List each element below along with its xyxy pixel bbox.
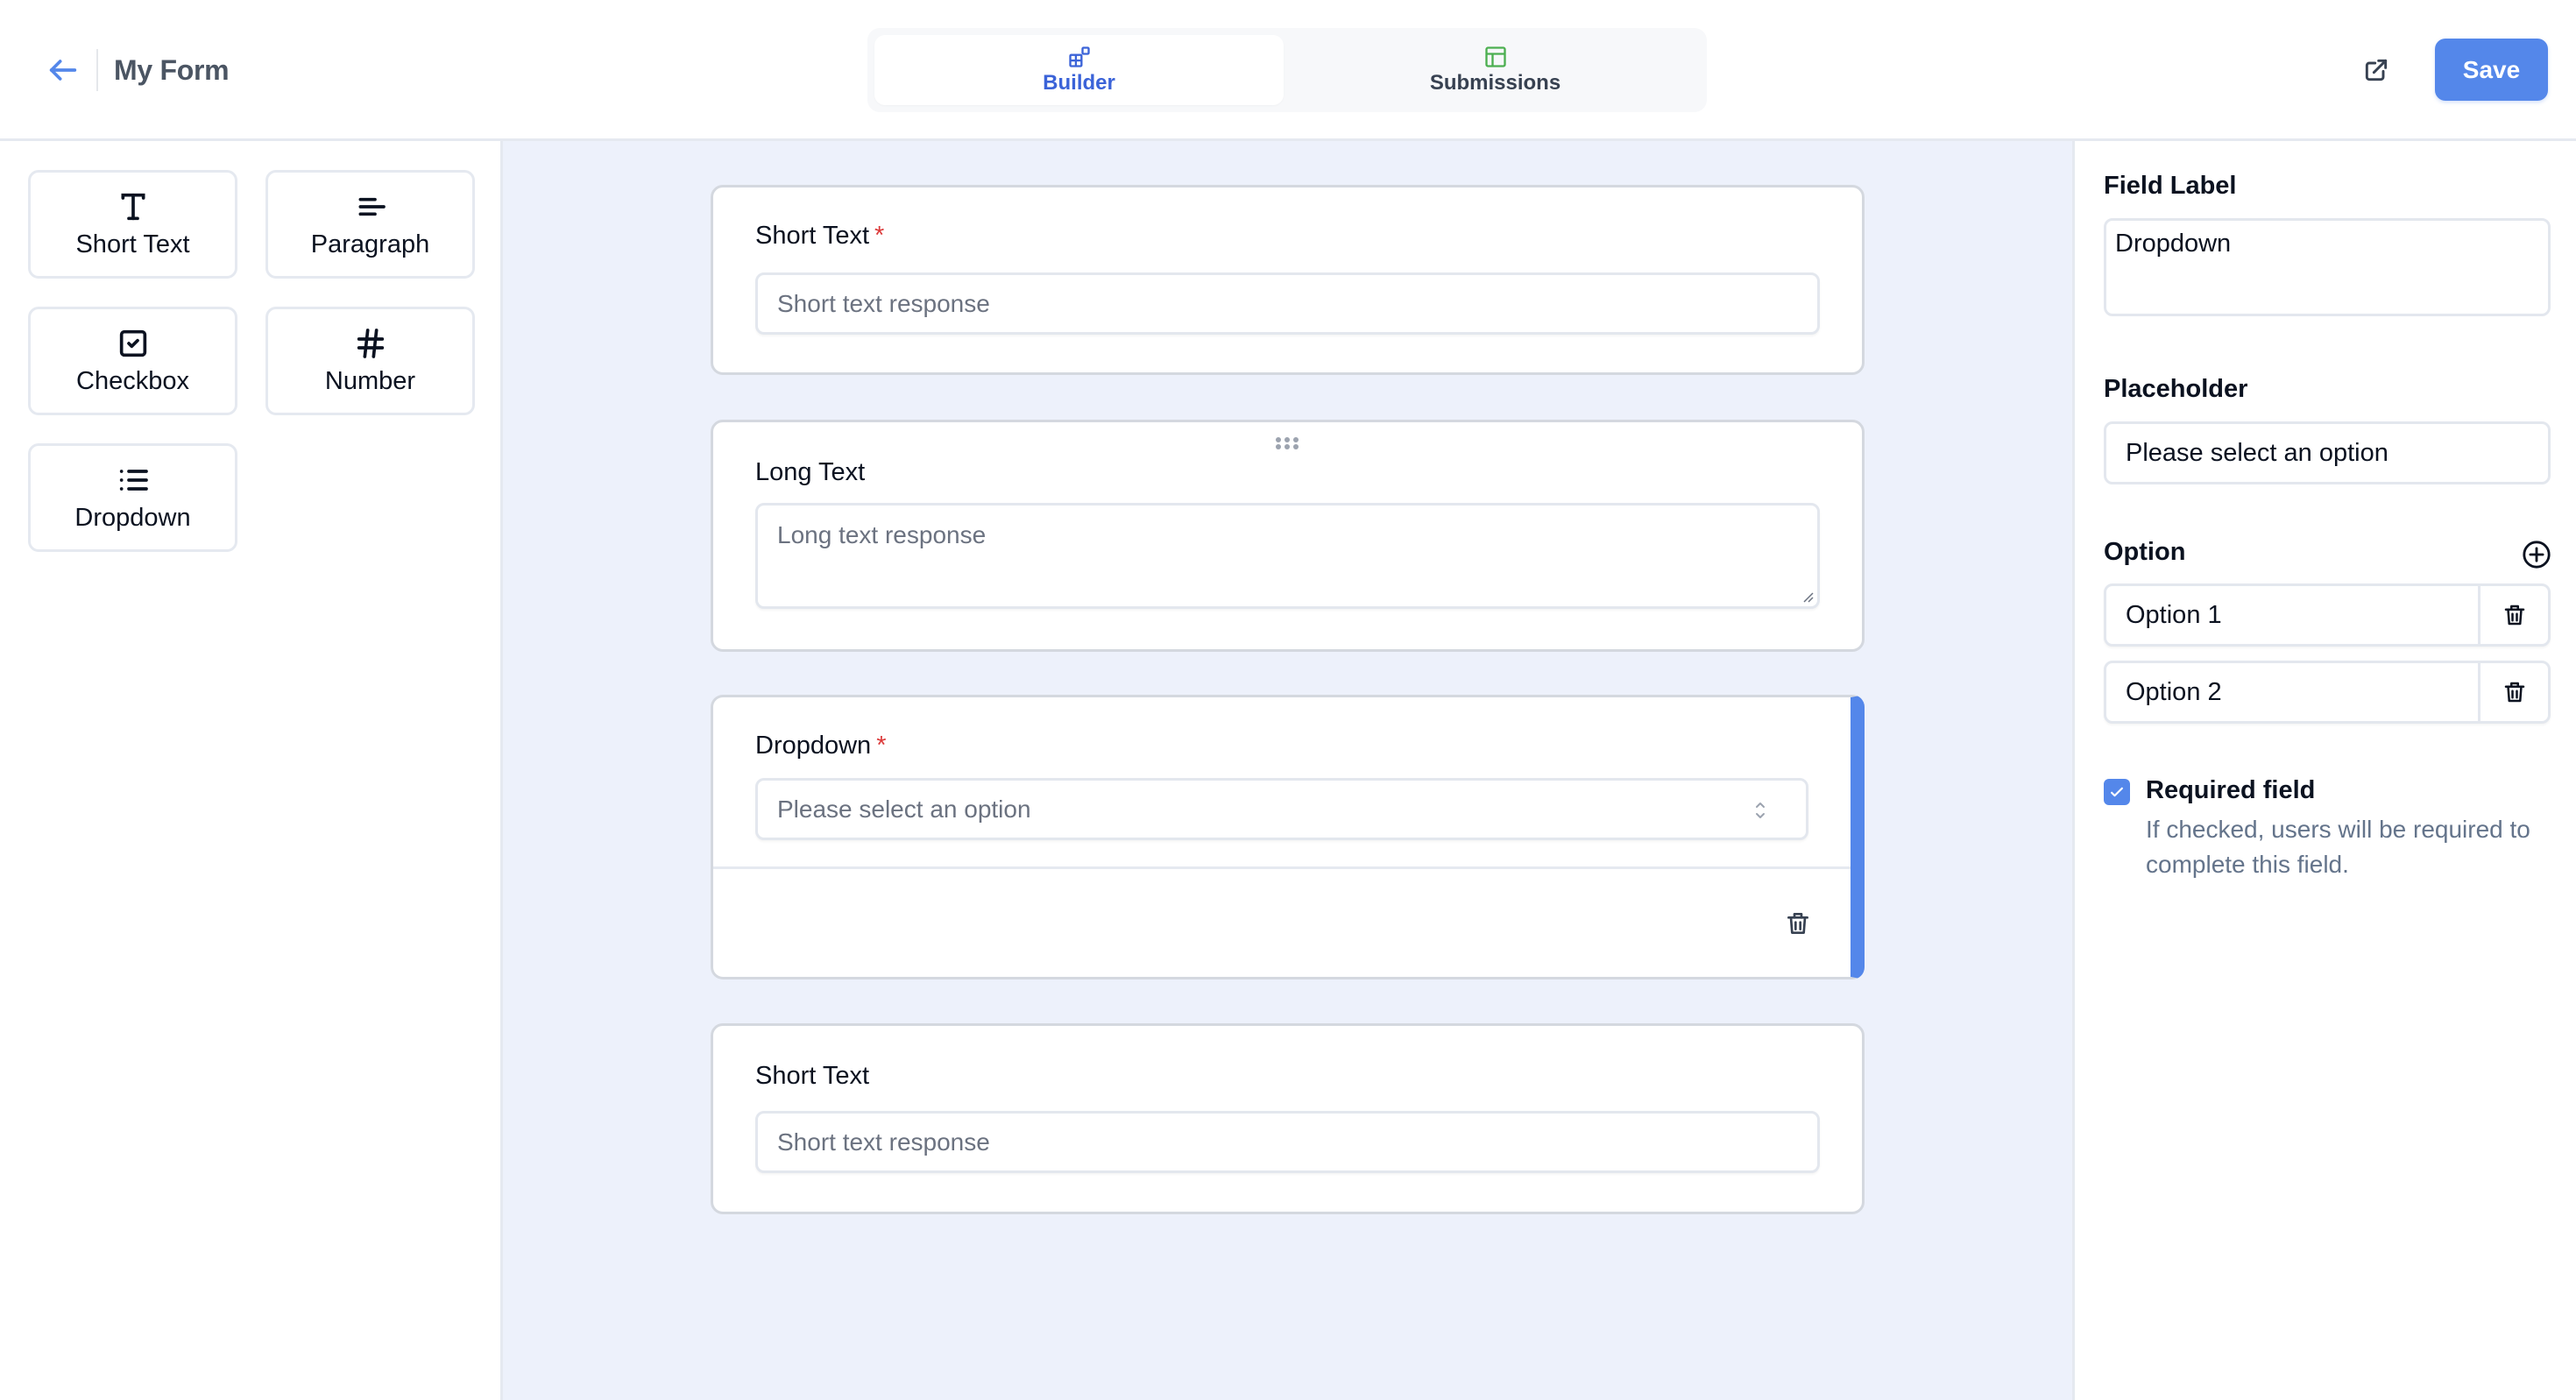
palette-item-label: Short Text: [75, 230, 190, 258]
long-text-input[interactable]: Long text response: [755, 503, 1820, 609]
add-option-button[interactable]: [2522, 540, 2551, 569]
dropdown-placeholder: Please select an option: [777, 795, 1031, 823]
open-preview-button[interactable]: [2357, 51, 2396, 89]
dropdown-select[interactable]: Please select an option: [755, 778, 1808, 840]
text-t-icon: [121, 193, 145, 221]
form-title: My Form: [114, 54, 230, 86]
title-divider: [96, 49, 98, 91]
form-field-card[interactable]: Short Text * Short text response: [711, 185, 1865, 375]
option-input[interactable]: Option 1: [2126, 586, 2222, 644]
check-icon: [2111, 787, 2123, 797]
form-canvas: Short Text * Short text response Long Tex…: [503, 141, 2072, 1400]
required-field-label: Required field: [2146, 776, 2316, 804]
external-link-icon: [2365, 59, 2388, 81]
option-title: Option: [2104, 538, 2186, 566]
resize-grip-icon[interactable]: [1801, 590, 1814, 603]
align-left-icon: [358, 197, 386, 216]
tab-builder-label: Builder: [1043, 71, 1115, 95]
view-tabs: Builder Submissions: [867, 28, 1707, 112]
placeholder-input[interactable]: Please select an option: [2104, 421, 2551, 484]
delete-option-button[interactable]: [2480, 586, 2548, 644]
required-checkbox[interactable]: [2104, 779, 2130, 805]
palette-item-label: Paragraph: [310, 230, 430, 258]
checkbox-icon: [119, 329, 146, 357]
trash-icon: [1787, 913, 1808, 934]
delete-field-button[interactable]: [1780, 904, 1815, 943]
palette-item-checkbox[interactable]: Checkbox: [28, 307, 237, 415]
delete-option-button[interactable]: [2480, 663, 2548, 721]
palette-item-paragraph[interactable]: Paragraph: [265, 170, 475, 279]
placeholder-title: Placeholder: [2104, 375, 2248, 403]
palette-item-dropdown[interactable]: Dropdown: [28, 443, 237, 552]
tab-submissions[interactable]: Submissions: [1291, 35, 1700, 105]
tab-submissions-label: Submissions: [1429, 71, 1561, 95]
field-palette: Short Text Paragraph Checkbox Number Dro…: [0, 141, 503, 1400]
layout-grid-icon: [1068, 46, 1090, 67]
palette-item-label: Checkbox: [76, 367, 189, 395]
field-label: Long Text: [755, 458, 866, 486]
option-row: Option 1: [2104, 583, 2551, 647]
card-divider: [713, 866, 1851, 869]
field-properties-panel: Field Label Dropdown Placeholder Please …: [2072, 141, 2576, 1400]
option-input[interactable]: Option 2: [2126, 663, 2222, 721]
top-bar: My Form Builder Submissions Save: [0, 0, 2576, 141]
tab-builder[interactable]: Builder: [874, 35, 1284, 105]
trash-icon: [2504, 682, 2524, 703]
short-text-input[interactable]: Short text response: [755, 272, 1820, 335]
save-button[interactable]: Save: [2435, 39, 2548, 101]
short-text-input[interactable]: Short text response: [755, 1111, 1820, 1173]
form-field-card[interactable]: Long Text Long text response: [711, 420, 1865, 652]
palette-item-label: Number: [324, 367, 416, 395]
palette-item-label: Dropdown: [74, 504, 191, 532]
field-label: Short Text *: [755, 221, 884, 251]
field-label: Short Text: [755, 1062, 870, 1090]
trash-icon: [2504, 605, 2524, 626]
plus-circle-icon: [2523, 541, 2551, 569]
field-label-input[interactable]: Dropdown: [2104, 218, 2551, 316]
palette-item-number[interactable]: Number: [265, 307, 475, 415]
list-icon: [119, 470, 148, 491]
form-field-card-selected[interactable]: Dropdown * Please select an option: [711, 695, 1865, 979]
required-asterisk: *: [874, 222, 885, 250]
hash-icon: [357, 329, 384, 358]
field-label-title: Field Label: [2104, 172, 2237, 200]
palette-item-short-text[interactable]: Short Text: [28, 170, 237, 279]
field-label-text: Dropdown: [755, 732, 872, 760]
long-text-placeholder: Long text response: [777, 521, 987, 548]
table-icon: [1484, 46, 1506, 67]
required-field-help: If checked, users will be required to co…: [2146, 816, 2530, 878]
field-label: Dropdown *: [755, 731, 886, 760]
required-asterisk: *: [876, 732, 887, 760]
chevron-up-down-icon: [1756, 803, 1765, 818]
option-row: Option 2: [2104, 661, 2551, 724]
back-button[interactable]: [42, 49, 84, 91]
form-field-card[interactable]: Short Text Short text response: [711, 1023, 1865, 1214]
field-label-text: Short Text: [755, 222, 870, 250]
arrow-left-icon: [49, 60, 77, 81]
drag-handle-icon[interactable]: [1274, 435, 1300, 452]
